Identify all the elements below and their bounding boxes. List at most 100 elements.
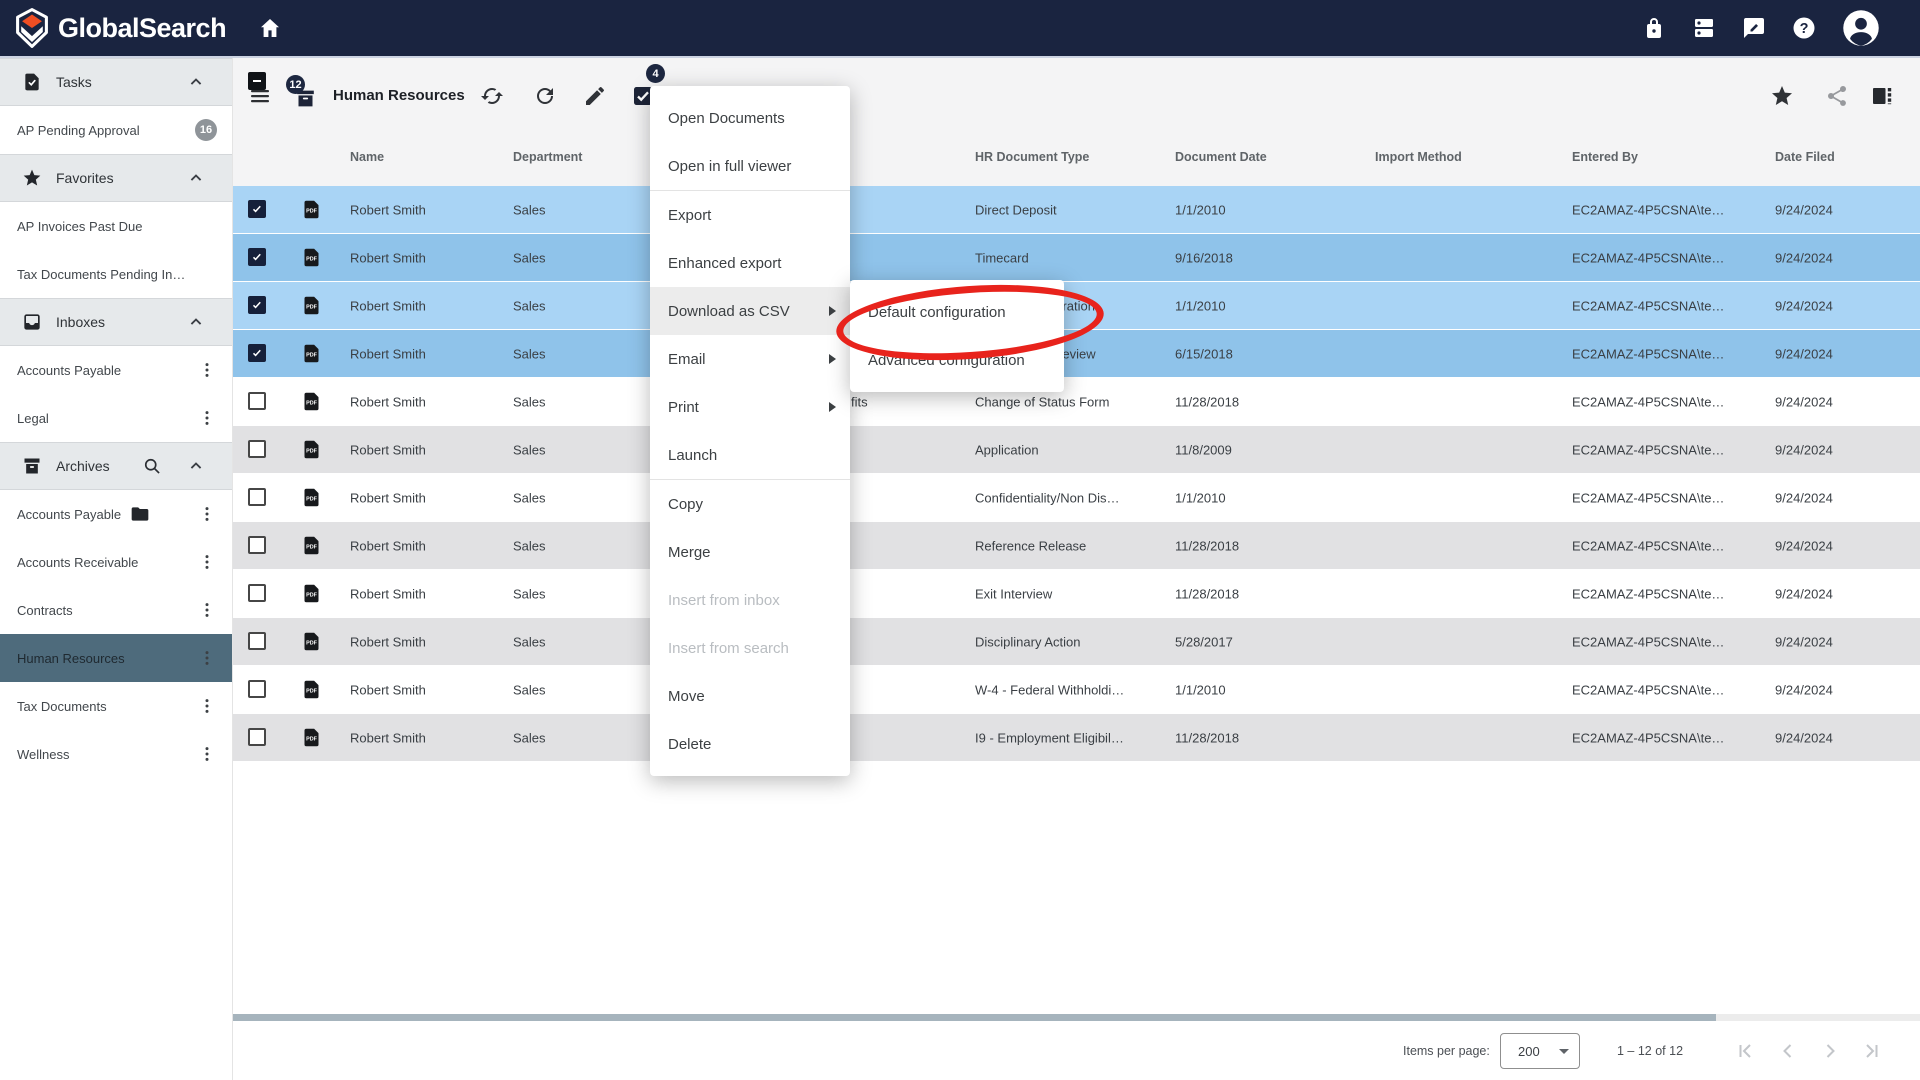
table-row[interactable]: PDFRobert SmithSalesBenefits Registratio… [233, 282, 1920, 330]
item-options-icon[interactable] [197, 504, 217, 524]
dns-icon[interactable] [1692, 16, 1716, 40]
refresh-icon[interactable] [533, 84, 557, 108]
previous-page-icon[interactable] [1776, 1039, 1800, 1063]
column-header-date-filed[interactable]: Date Filed [1775, 150, 1835, 164]
column-header-hr-document-type[interactable]: HR Document Type [975, 150, 1089, 164]
collapse-chevron-icon[interactable] [186, 456, 206, 476]
table-row[interactable]: PDFRobert SmithSalesApplication11/8/2009… [233, 426, 1920, 474]
row-checkbox[interactable] [248, 200, 266, 218]
item-options-icon[interactable] [197, 552, 217, 572]
row-checkbox[interactable] [248, 632, 266, 650]
item-options-icon[interactable] [197, 744, 217, 764]
row-checkbox[interactable] [248, 440, 266, 458]
sidebar-item-contracts[interactable]: Contracts [0, 586, 232, 634]
sidebar-item-ap-invoices-past-due[interactable]: AP Invoices Past Due [0, 202, 232, 250]
column-header-document-date[interactable]: Document Date [1175, 150, 1267, 164]
sidebar-item-accounts-payable[interactable]: Accounts Payable [0, 346, 232, 394]
column-settings-icon[interactable] [1870, 84, 1894, 108]
row-checkbox[interactable] [248, 680, 266, 698]
menu-item-open-in-full-viewer[interactable]: Open in full viewer [650, 142, 850, 190]
table-row[interactable]: PDFRobert SmithSalesW-4 - Federal Withho… [233, 666, 1920, 714]
submenu-item-advanced-configuration[interactable]: Advanced configuration [850, 336, 1064, 384]
table-row[interactable]: PDFRobert SmithSalesfitsChange of Status… [233, 378, 1920, 426]
scrollbar-thumb[interactable] [233, 1014, 1716, 1021]
collapse-chevron-icon[interactable] [186, 168, 206, 188]
page-size-select[interactable]: 200 [1500, 1033, 1580, 1069]
sidebar-item-accounts-payable[interactable]: Accounts Payable [0, 490, 232, 538]
column-header-entered-by[interactable]: Entered By [1572, 150, 1638, 164]
collapse-chevron-icon[interactable] [186, 72, 206, 92]
column-header-name[interactable]: Name [350, 150, 384, 164]
menu-item-enhanced-export[interactable]: Enhanced export [650, 239, 850, 287]
sidebar-item-human-resources[interactable]: Human Resources [0, 634, 232, 682]
row-checkbox[interactable] [248, 728, 266, 746]
menu-item-print[interactable]: Print [650, 383, 850, 431]
table-row[interactable]: PDFRobert SmithSalesTimecard9/16/2018EC2… [233, 234, 1920, 282]
sidebar-item-tax-documents-pending-inde[interactable]: Tax Documents Pending Inde… [0, 250, 232, 298]
horizontal-scrollbar[interactable] [233, 1014, 1920, 1021]
item-options-icon[interactable] [197, 696, 217, 716]
sidebar-section-favorites[interactable]: Favorites [0, 154, 232, 202]
menu-item-merge[interactable]: Merge [650, 528, 850, 576]
menu-item-email[interactable]: Email [650, 335, 850, 383]
table-row[interactable]: PDFRobert SmithSalesExit Interview11/28/… [233, 570, 1920, 618]
lock-icon[interactable] [1642, 16, 1666, 40]
table-row[interactable]: PDFRobert SmithSalesDirect Deposit1/1/20… [233, 186, 1920, 234]
pdf-file-icon: PDF [301, 199, 322, 220]
column-header-import-method[interactable]: Import Method [1375, 150, 1462, 164]
submenu-item-default-configuration[interactable]: Default configuration [850, 288, 1064, 336]
menu-item-open-documents[interactable]: Open Documents [650, 94, 850, 142]
sidebar-section-tasks[interactable]: Tasks [0, 58, 232, 106]
edit-icon[interactable] [583, 84, 607, 108]
item-options-icon[interactable] [197, 600, 217, 620]
item-label: Legal [17, 411, 49, 426]
sidebar-item-wellness[interactable]: Wellness [0, 730, 232, 778]
item-options-icon[interactable] [197, 360, 217, 380]
row-checkbox[interactable] [248, 488, 266, 506]
feedback-icon[interactable] [1742, 16, 1766, 40]
archives-search-icon[interactable] [142, 456, 162, 476]
context-menu: Open DocumentsOpen in full viewerExport E… [650, 86, 850, 776]
sidebar-section-archives[interactable]: Archives [0, 442, 232, 490]
table-row[interactable]: PDFRobert SmithSalesPerformance Review6/… [233, 330, 1920, 378]
cell-filed: 9/24/2024 [1775, 250, 1833, 265]
row-checkbox[interactable] [248, 344, 266, 362]
row-checkbox[interactable] [248, 584, 266, 602]
sidebar-section-inboxes[interactable]: Inboxes [0, 298, 232, 346]
select-all-checkbox[interactable] [248, 72, 266, 90]
help-icon[interactable]: ? [1792, 16, 1816, 40]
table-row[interactable]: PDFRobert SmithSalesConfidentiality/Non … [233, 474, 1920, 522]
row-checkbox[interactable] [248, 296, 266, 314]
cell-name: Robert Smith [350, 682, 426, 697]
submenu-item-label: Advanced configuration [868, 352, 1025, 369]
menu-item-export[interactable]: Export [650, 191, 850, 239]
item-options-icon[interactable] [197, 408, 217, 428]
menu-item-copy[interactable]: Copy [650, 480, 850, 528]
first-page-icon[interactable] [1733, 1039, 1757, 1063]
menu-item-move[interactable]: Move [650, 672, 850, 720]
menu-item-delete[interactable]: Delete [650, 720, 850, 768]
menu-item-launch[interactable]: Launch [650, 431, 850, 479]
sidebar-item-ap-pending-approval[interactable]: AP Pending Approval16 [0, 106, 232, 154]
column-header-department[interactable]: Department [513, 150, 582, 164]
favorite-star-icon[interactable] [1770, 84, 1794, 108]
collapse-chevron-icon[interactable] [186, 312, 206, 332]
row-checkbox[interactable] [248, 392, 266, 410]
account-avatar[interactable] [1842, 9, 1880, 47]
share-icon[interactable] [1825, 84, 1849, 108]
menu-item-download-as-csv[interactable]: Download as CSV [650, 287, 850, 335]
last-page-icon[interactable] [1860, 1039, 1884, 1063]
home-icon[interactable] [258, 16, 282, 40]
menu-item-label: Enhanced export [668, 255, 781, 272]
next-page-icon[interactable] [1818, 1039, 1842, 1063]
row-checkbox[interactable] [248, 248, 266, 266]
item-options-icon[interactable] [197, 648, 217, 668]
refine-search-icon[interactable] [480, 84, 504, 108]
sidebar-item-tax-documents[interactable]: Tax Documents [0, 682, 232, 730]
sidebar-item-accounts-receivable[interactable]: Accounts Receivable [0, 538, 232, 586]
table-row[interactable]: PDFRobert SmithSalesReference Release11/… [233, 522, 1920, 570]
row-checkbox[interactable] [248, 536, 266, 554]
sidebar-item-legal[interactable]: Legal [0, 394, 232, 442]
table-row[interactable]: PDFRobert SmithSalesDisciplinary Action5… [233, 618, 1920, 666]
table-row[interactable]: PDFRobert SmithSalesI9 - Employment Elig… [233, 714, 1920, 762]
